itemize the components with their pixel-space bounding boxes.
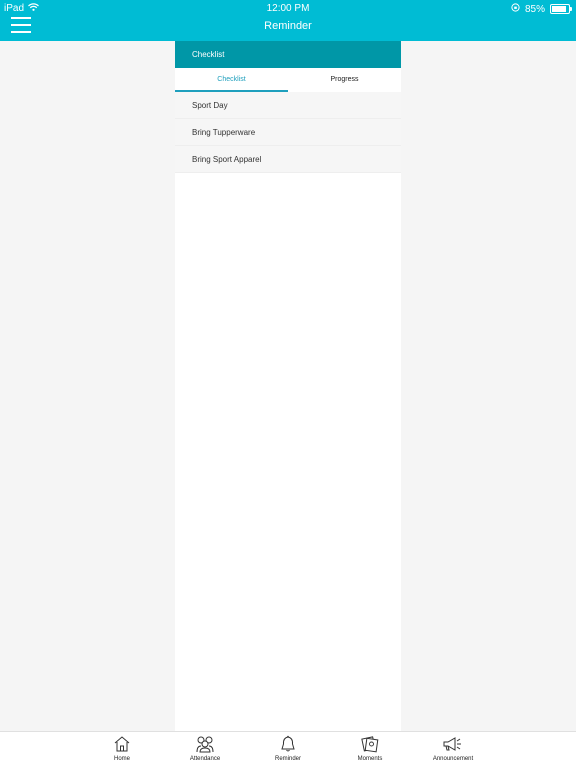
nav-home-label: Home [113,756,130,762]
rotation-lock-icon [511,3,520,15]
list-item[interactable]: Bring Sport Apparel [175,146,401,173]
battery-percent: 85% [524,3,545,15]
page-title: Reminder [264,20,312,32]
top-bar: iPad 12:00 PM 85% Reminder [0,0,576,41]
list-item[interactable]: Bring Tupperware [175,119,401,146]
bottom-nav: Home Attendance Reminder Moments Announc… [0,731,576,768]
checklist-panel: Checklist Checklist Progress Sport Day B… [175,41,401,731]
tab-checklist[interactable]: Checklist [175,68,288,92]
status-bar: iPad 12:00 PM 85% [0,0,576,16]
panel-heading: Checklist [175,41,401,68]
nav-announcement-label: Announcement [432,756,474,762]
nav-home[interactable]: Home [97,735,147,762]
nav-attendance-label: Attendance [189,756,221,762]
list-item[interactable]: Sport Day [175,92,401,119]
nav-moments[interactable]: Moments [345,735,395,762]
nav-reminder[interactable]: Reminder [263,735,313,762]
checklist: Sport Day Bring Tupperware Bring Sport A… [175,92,401,173]
nav-moments-label: Moments [357,756,383,762]
megaphone-icon [443,737,461,751]
attendance-icon [196,736,214,753]
status-time: 12:00 PM [266,3,310,14]
nav-announcement[interactable]: Announcement [428,735,478,762]
battery-icon [550,4,572,14]
nav-reminder-label: Reminder [274,756,301,762]
tab-bar: Checklist Progress [175,68,401,92]
moments-icon [361,736,379,753]
nav-attendance[interactable]: Attendance [180,735,230,762]
bell-icon [281,735,295,752]
home-icon [114,736,130,752]
tab-progress[interactable]: Progress [288,68,401,92]
